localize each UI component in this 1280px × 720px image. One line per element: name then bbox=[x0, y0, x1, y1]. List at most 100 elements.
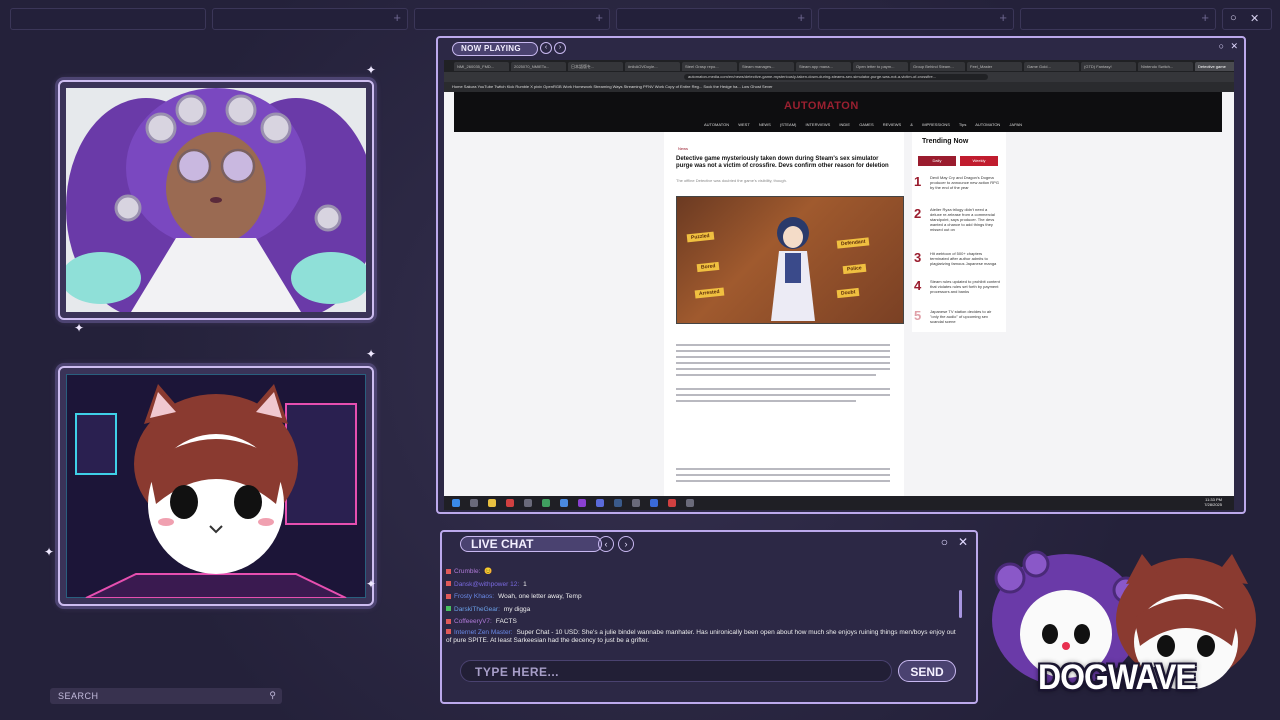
folder-icon[interactable] bbox=[488, 499, 496, 507]
image-tag: Arrested bbox=[694, 287, 724, 299]
trending-panel: Trending Now Daily Weekly 1 Devil May Cr… bbox=[912, 132, 1006, 332]
top-tab[interactable]: + bbox=[414, 8, 610, 30]
browser-tab[interactable]: Steam app mana... bbox=[796, 62, 851, 71]
chat-text: 😊 bbox=[484, 568, 493, 575]
plus-icon[interactable]: + bbox=[797, 10, 805, 25]
character-illustration bbox=[771, 217, 815, 321]
send-button[interactable]: SEND bbox=[898, 660, 956, 682]
close-icon[interactable]: ✕ bbox=[1230, 41, 1238, 52]
app-icon[interactable] bbox=[560, 499, 568, 507]
sparkle-icon: ✦ bbox=[44, 545, 55, 559]
windows-taskbar: 11:33 PM 7/28/2025 bbox=[444, 496, 1234, 510]
chat-message: Dansk@withpower 12: 1 bbox=[446, 579, 956, 592]
plus-icon[interactable]: + bbox=[1201, 10, 1209, 25]
close-icon[interactable]: ✕ bbox=[1250, 12, 1259, 25]
plus-icon[interactable]: + bbox=[595, 10, 603, 25]
top-tab[interactable]: + bbox=[616, 8, 812, 30]
chat-message: Frosty Khaos: Woah, one letter away, Temp bbox=[446, 591, 956, 604]
app-icon[interactable] bbox=[650, 499, 658, 507]
image-tag: Puzzled bbox=[686, 231, 714, 243]
windows-start-icon[interactable] bbox=[452, 499, 460, 507]
app-icon[interactable] bbox=[578, 499, 586, 507]
app-icon[interactable] bbox=[632, 499, 640, 507]
chat-username[interactable]: Dansk@withpower 12: bbox=[454, 581, 519, 588]
browser-tab[interactable]: Steel Grasp repo... bbox=[682, 62, 737, 71]
chat-input[interactable]: TYPE HERE... bbox=[460, 660, 892, 682]
search-bar[interactable]: SEARCH ⚲ bbox=[50, 688, 282, 704]
site-header: AUTOMATON AUTOMATON WEST NEWS (STEAM) IN… bbox=[454, 92, 1222, 132]
minimize-icon[interactable]: ○ bbox=[1219, 41, 1224, 51]
chat-scrollbar[interactable] bbox=[959, 590, 962, 618]
bookmarks-bar[interactable]: Home Sakura YouTube Twitch Kick Rumble X… bbox=[444, 82, 1234, 92]
browser-tab[interactable]: Group Behind Steam... bbox=[910, 62, 965, 71]
weekly-button[interactable]: Weekly bbox=[960, 156, 998, 166]
next-arrow-icon[interactable]: › bbox=[618, 536, 634, 552]
chat-message: Internet Zen Master: Super Chat - 10 USD:… bbox=[446, 629, 956, 645]
app-icon[interactable] bbox=[686, 499, 694, 507]
close-icon[interactable]: ✕ bbox=[958, 535, 968, 549]
chat-username[interactable]: Internet Zen Master: bbox=[454, 629, 513, 636]
image-tag: Police bbox=[842, 263, 867, 275]
next-arrow-icon[interactable]: › bbox=[554, 42, 566, 54]
badge-icon bbox=[446, 629, 451, 635]
browser-tab[interactable]: #nibAOVDoyle... bbox=[625, 62, 680, 71]
steam-icon[interactable] bbox=[614, 499, 622, 507]
app-icon[interactable] bbox=[524, 499, 532, 507]
now-playing-window: NOW PLAYING ‹ › ○ ✕ NMI_260035_FMD... 202… bbox=[436, 36, 1246, 514]
screen-capture: NMI_260035_FMD... 2025070_NMIETo... 日本語版を.… bbox=[444, 60, 1234, 510]
browser-tab[interactable]: Game Gold... bbox=[1024, 62, 1079, 71]
top-tab[interactable]: + bbox=[1020, 8, 1216, 30]
browser-tab-strip: NMI_260035_FMD... 2025070_NMIETo... 日本語版を.… bbox=[444, 60, 1234, 72]
image-tag: Doubt bbox=[836, 287, 860, 299]
article-category[interactable]: News bbox=[678, 146, 688, 151]
browser-tab[interactable]: NMI_260035_FMD... bbox=[454, 62, 509, 71]
daily-button[interactable]: Daily bbox=[918, 156, 956, 166]
article-image: Puzzled Bored Arrested Defendant Police … bbox=[676, 196, 904, 324]
chat-username[interactable]: CoffeeeryV7: bbox=[454, 618, 492, 625]
chat-text: FACTS bbox=[495, 618, 517, 625]
top-tab[interactable] bbox=[10, 8, 206, 30]
minimize-icon[interactable]: ○ bbox=[1230, 12, 1237, 24]
badge-icon bbox=[446, 593, 451, 599]
search-label: SEARCH bbox=[58, 691, 99, 701]
browser-tab[interactable]: Detective game bbox=[1195, 62, 1234, 71]
browser-tab[interactable]: 2025070_NMIETo... bbox=[511, 62, 566, 71]
prev-arrow-icon[interactable]: ‹ bbox=[598, 536, 614, 552]
browser-tab[interactable]: Open letter to paym... bbox=[853, 62, 908, 71]
chat-text: my digga bbox=[503, 605, 531, 613]
site-logo[interactable]: AUTOMATON bbox=[784, 100, 859, 112]
minimize-icon[interactable]: ○ bbox=[941, 535, 948, 549]
browser-tab[interactable]: Nintendo Switch... bbox=[1138, 62, 1193, 71]
app-icon[interactable] bbox=[506, 499, 514, 507]
browser-tab[interactable]: Feel_Master bbox=[967, 62, 1022, 71]
badge-icon bbox=[446, 618, 451, 624]
image-tag: Bored bbox=[696, 261, 720, 273]
sparkle-icon: ✦ bbox=[366, 577, 377, 591]
dogwave-logo: DOGWAVE bbox=[986, 550, 1270, 700]
top-tab[interactable]: + bbox=[212, 8, 408, 30]
chrome-icon[interactable] bbox=[542, 499, 550, 507]
plus-icon[interactable]: + bbox=[393, 10, 401, 25]
browser-tab[interactable]: Steam manages... bbox=[739, 62, 794, 71]
chat-username[interactable]: Frosty Khaos: bbox=[454, 593, 494, 600]
site-nav[interactable]: AUTOMATON WEST NEWS (STEAM) INTERVIEWS I… bbox=[704, 122, 1022, 127]
browser-tab[interactable]: (GTD) Fantasy! bbox=[1081, 62, 1136, 71]
top-tab[interactable]: + bbox=[818, 8, 1014, 30]
plus-icon[interactable]: + bbox=[999, 10, 1007, 25]
prev-arrow-icon[interactable]: ‹ bbox=[540, 42, 552, 54]
search-icon[interactable]: ⚲ bbox=[269, 690, 276, 701]
article-title: Detective game mysteriously taken down d… bbox=[676, 156, 889, 169]
trending-title: Trending Now bbox=[922, 138, 969, 145]
url-field[interactable]: automaton-media.com/en/news/detective-ga… bbox=[684, 74, 988, 80]
chat-username[interactable]: DarskiTheGear: bbox=[454, 606, 500, 613]
app-icon[interactable] bbox=[668, 499, 676, 507]
badge-icon bbox=[446, 606, 451, 612]
browser-tab[interactable]: 日本語版を... bbox=[568, 62, 623, 71]
taskbar-clock[interactable]: 11:33 PM 7/28/2025 bbox=[1204, 497, 1222, 507]
search-icon[interactable] bbox=[470, 499, 478, 507]
discord-icon[interactable] bbox=[596, 499, 604, 507]
chat-username[interactable]: Crumble: bbox=[454, 568, 480, 575]
article-subtitle: The offline Detective was doubted the ga… bbox=[676, 178, 787, 183]
badge-icon bbox=[446, 581, 451, 587]
live-chat-window: LIVE CHAT ‹ › ○ ✕ Crumble: 😊 Dansk@withpow… bbox=[440, 530, 978, 704]
